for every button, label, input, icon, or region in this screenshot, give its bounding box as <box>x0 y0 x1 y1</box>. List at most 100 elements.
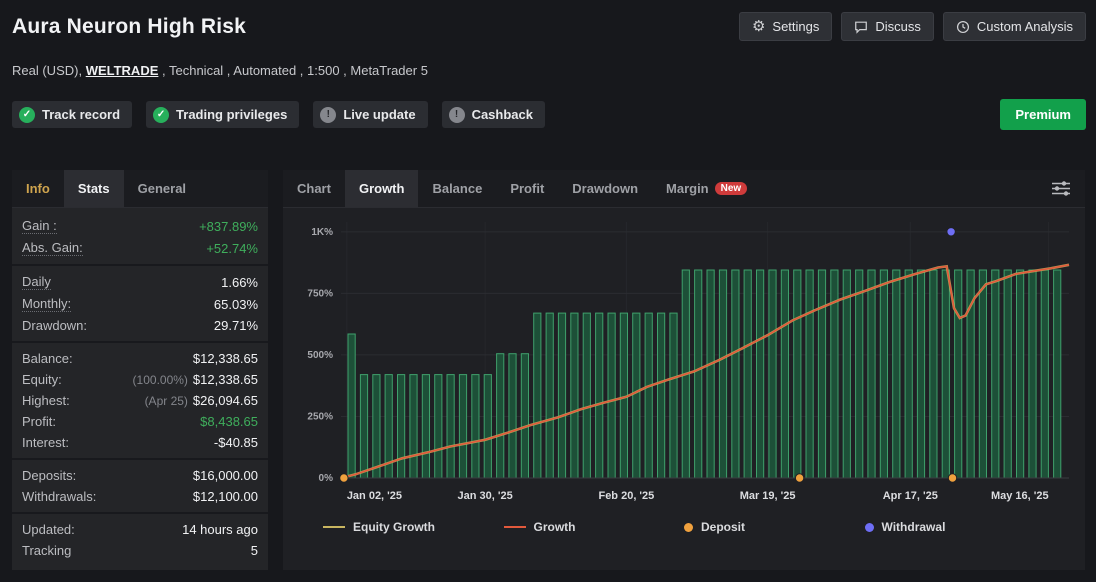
badge-live-update[interactable]: ! Live update <box>313 101 427 128</box>
badge-label: Cashback <box>472 107 533 122</box>
x-tick-label: Mar 19, '25 <box>740 490 796 502</box>
equity-growth-bar <box>781 270 788 478</box>
legend-label: Deposit <box>701 520 745 534</box>
equity-growth-bar <box>596 313 603 478</box>
stat-row-deposits: Deposits:$16,000.00 <box>12 465 268 486</box>
chart-tab-growth[interactable]: Growth <box>345 170 419 207</box>
badges-row: ✓Track record✓Trading privileges!Live up… <box>12 99 1086 130</box>
broker-link[interactable]: WELTRADE <box>86 63 159 78</box>
legend-item-withdrawal[interactable]: Withdrawal <box>865 520 1046 534</box>
stat-label: Daily <box>22 274 51 290</box>
equity-growth-bar <box>893 270 900 478</box>
stat-label: Equity: <box>22 372 62 387</box>
y-tick-label: 750% <box>307 288 333 299</box>
equity-growth-bar <box>558 313 565 478</box>
badge-label: Trading privileges <box>176 107 287 122</box>
exclamation-circle-icon: ! <box>320 107 336 123</box>
stat-group: Balance:$12,338.65Equity:(100.00%)$12,33… <box>12 341 268 458</box>
equity-growth-bar <box>843 270 850 478</box>
badge-cashback[interactable]: ! Cashback <box>442 101 545 128</box>
tab-info[interactable]: Info <box>12 170 64 207</box>
stat-label: Drawdown: <box>22 318 87 333</box>
tab-label: Balance <box>432 181 482 196</box>
equity-growth-bar <box>942 270 949 478</box>
tab-label: Chart <box>297 181 331 196</box>
y-tick-label: 1K% <box>311 227 333 238</box>
deposit-marker[interactable] <box>340 474 348 482</box>
custom-analysis-label: Custom Analysis <box>977 19 1073 34</box>
tab-stats[interactable]: Stats <box>64 170 124 207</box>
y-tick-label: 500% <box>307 350 333 361</box>
equity-growth-bar <box>447 375 454 478</box>
tab-general[interactable]: General <box>124 170 200 207</box>
equity-growth-bar <box>422 375 429 478</box>
tab-label: Drawdown <box>572 181 638 196</box>
equity-growth-bar <box>1041 270 1048 478</box>
exclamation-circle-icon: ! <box>449 107 465 123</box>
legend-item-equity-growth[interactable]: Equity Growth <box>323 520 504 534</box>
x-tick-label: Apr 17, '25 <box>883 490 938 502</box>
chart-tab-balance[interactable]: Balance <box>418 170 496 207</box>
sliders-icon <box>1051 185 1071 200</box>
stat-row-highest: Highest:(Apr 25)$26,094.65 <box>12 390 268 411</box>
legend-item-deposit[interactable]: Deposit <box>684 520 865 534</box>
equity-growth-bar <box>695 270 702 478</box>
chart-legend: Equity GrowthGrowth Deposit Withdrawal <box>323 520 1045 534</box>
equity-growth-bar <box>360 375 367 478</box>
equity-growth-bar <box>794 270 801 478</box>
stat-value: 14 hours ago <box>182 522 258 537</box>
badge-label: Live update <box>343 107 415 122</box>
equity-growth-bar <box>658 313 665 478</box>
stat-group: Updated:14 hours agoTracking5 <box>12 512 268 566</box>
stat-label: Monthly: <box>22 296 71 312</box>
equity-growth-bar <box>955 270 962 478</box>
withdrawal-marker[interactable] <box>947 228 955 236</box>
account-subtitle: Real (USD), WELTRADE , Technical , Autom… <box>12 63 428 78</box>
legend-label: Withdrawal <box>882 520 946 534</box>
deposit-marker[interactable] <box>795 474 803 482</box>
legend-dot-marker <box>865 523 874 532</box>
settings-button[interactable]: ⚙Settings <box>739 12 832 41</box>
tab-label: Growth <box>359 181 405 196</box>
equity-growth-bar <box>806 270 813 478</box>
badge-trading-privileges[interactable]: ✓ Trading privileges <box>146 101 299 128</box>
equity-growth-bar <box>348 334 355 478</box>
chart-tab-drawdown[interactable]: Drawdown <box>558 170 652 207</box>
stat-label: Abs. Gain: <box>22 240 83 256</box>
chart-tab-profit[interactable]: Profit <box>496 170 558 207</box>
x-tick-label: Jan 02, '25 <box>347 490 402 502</box>
deposit-marker[interactable] <box>948 474 956 482</box>
equity-growth-bar <box>992 270 999 478</box>
equity-growth-bar <box>818 270 825 478</box>
page-header: Aura Neuron High Risk ⚙SettingsDiscussCu… <box>12 12 1086 41</box>
check-circle-icon: ✓ <box>19 107 35 123</box>
equity-growth-bar <box>398 375 405 478</box>
check-circle-icon: ✓ <box>153 107 169 123</box>
y-tick-label: 0% <box>319 473 334 484</box>
equity-growth-bar <box>769 270 776 478</box>
legend-item-growth[interactable]: Growth <box>504 520 685 534</box>
badge-track-record[interactable]: ✓Track record <box>12 101 132 128</box>
tab-label: General <box>138 181 186 196</box>
chart-tab-margin[interactable]: MarginNew <box>652 170 761 207</box>
equity-growth-bar <box>534 313 541 478</box>
equity-growth-bar <box>1017 270 1024 478</box>
stat-label: Deposits: <box>22 468 76 483</box>
custom-analysis-button[interactable]: Custom Analysis <box>943 12 1086 41</box>
clock-icon <box>956 20 970 34</box>
equity-growth-bar <box>645 313 652 478</box>
equity-growth-bar <box>633 313 640 478</box>
account-type-text: Real (USD), <box>12 63 86 78</box>
equity-growth-bar <box>472 375 479 478</box>
premium-button[interactable]: Premium <box>1000 99 1086 130</box>
discuss-button[interactable]: Discuss <box>841 12 934 41</box>
tab-label: Margin <box>666 181 709 196</box>
equity-growth-bar <box>707 270 714 478</box>
chart-tab-chart[interactable]: Chart <box>283 170 345 207</box>
stat-row-gain: Gain :+837.89% <box>12 215 268 237</box>
stat-value: -$40.85 <box>214 435 258 450</box>
chart-settings-button[interactable] <box>1051 180 1071 200</box>
tab-label: Profit <box>510 181 544 196</box>
stat-row-monthly: Monthly:65.03% <box>12 293 268 315</box>
equity-growth-bar <box>521 354 528 478</box>
